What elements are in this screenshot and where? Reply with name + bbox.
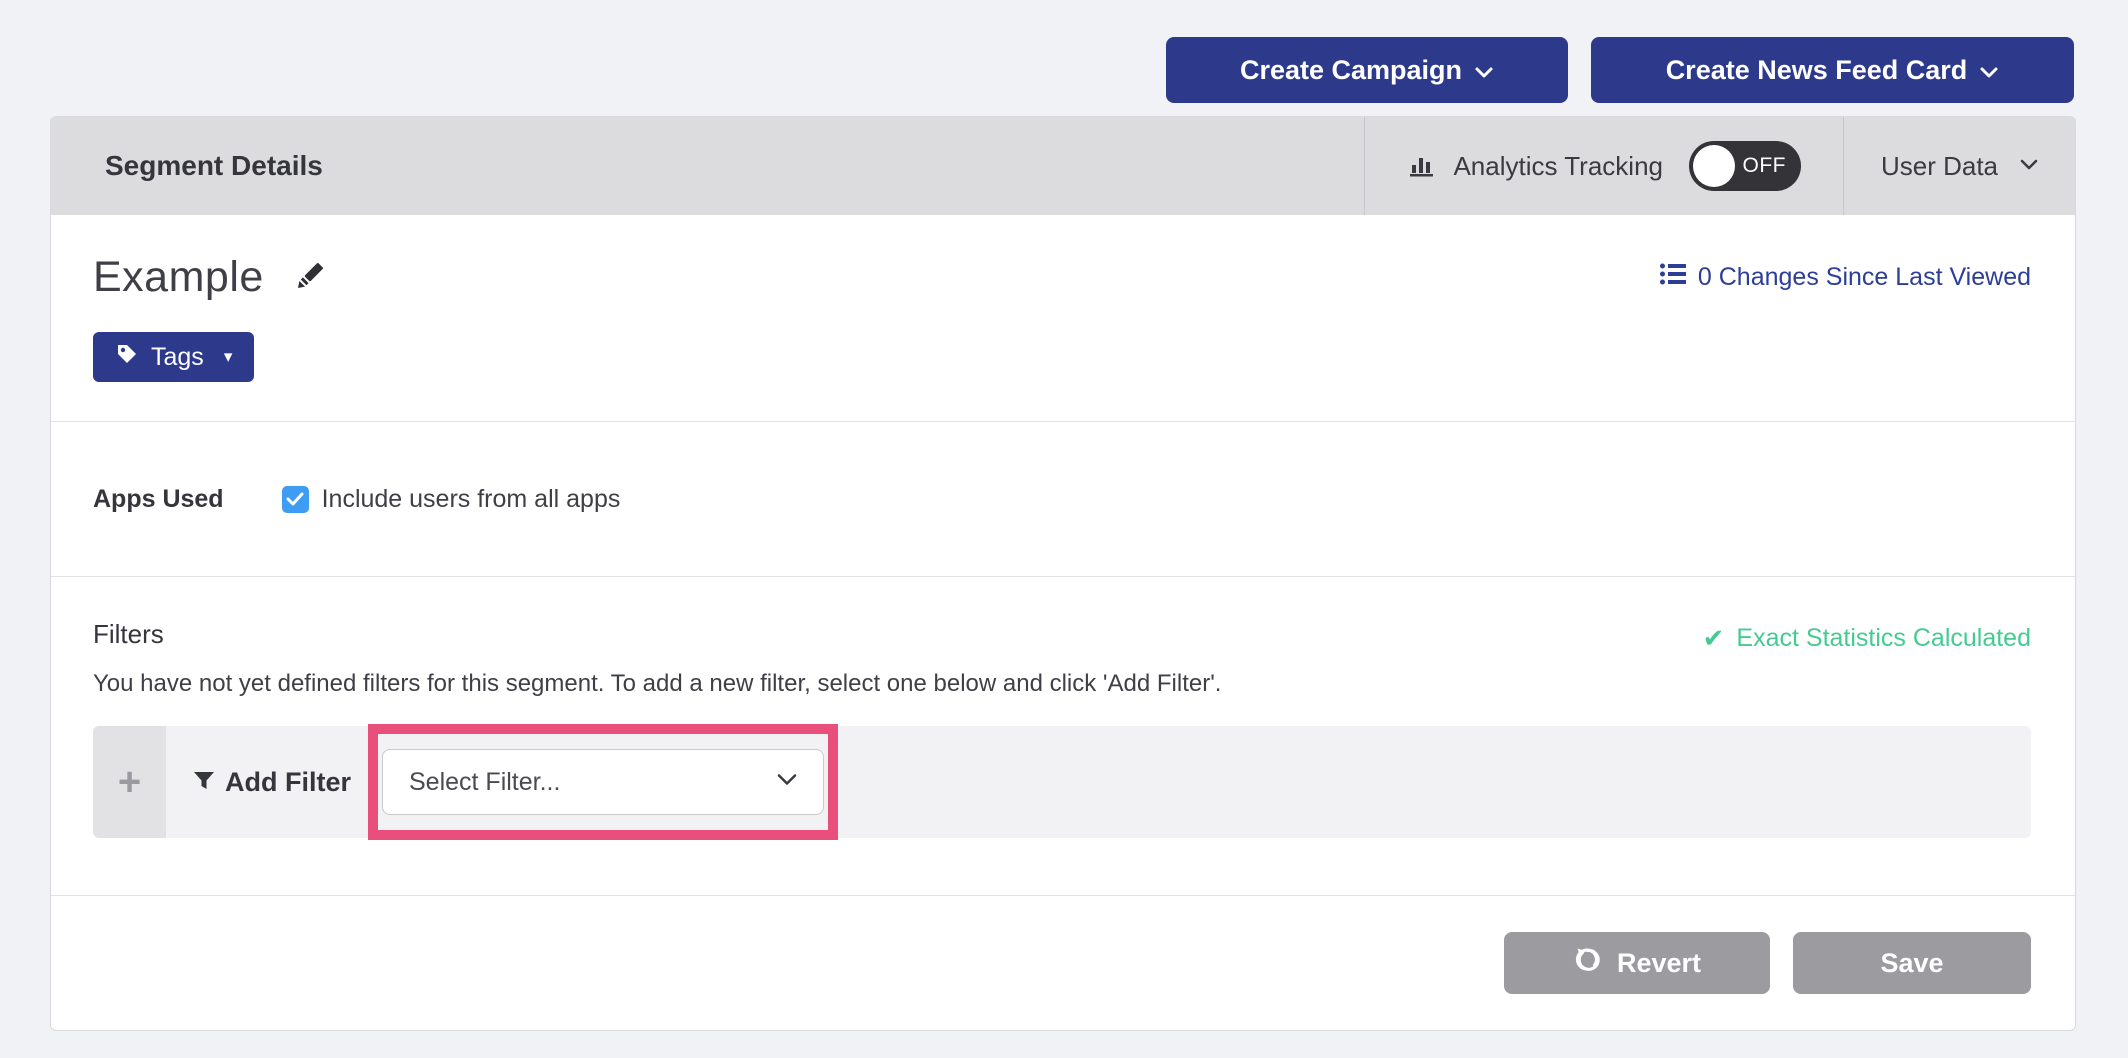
revert-label: Revert <box>1617 948 1701 979</box>
list-icon <box>1660 263 1686 292</box>
revert-icon <box>1573 946 1601 981</box>
toggle-knob <box>1693 145 1735 187</box>
include-all-apps-option[interactable]: Include users from all apps <box>282 485 621 514</box>
include-all-apps-label: Include users from all apps <box>322 485 621 514</box>
create-campaign-label: Create Campaign <box>1240 55 1462 86</box>
create-news-feed-card-button[interactable]: Create News Feed Card <box>1591 37 2074 103</box>
annotation-highlight-box: Select Filter... <box>368 724 838 840</box>
chevron-down-icon <box>2020 157 2038 175</box>
create-news-feed-card-label: Create News Feed Card <box>1666 55 1968 86</box>
changes-link-label: 0 Changes Since Last Viewed <box>1698 263 2031 292</box>
analytics-tracking-toggle[interactable]: OFF <box>1689 141 1801 191</box>
chevron-down-icon <box>777 773 797 791</box>
filters-section: Filters ✔ Exact Statistics Calculated Yo… <box>51 576 2075 895</box>
apps-used-section: Apps Used Include users from all apps <box>51 421 2075 576</box>
analytics-tracking-block: Analytics Tracking OFF <box>1364 117 1843 215</box>
tags-button[interactable]: Tags ▾ <box>93 332 254 382</box>
changes-since-last-viewed-link[interactable]: 0 Changes Since Last Viewed <box>1660 263 2031 292</box>
apps-used-label: Apps Used <box>93 485 224 514</box>
tag-icon <box>115 342 139 373</box>
card-header: Segment Details Analytics Tracking OFF U… <box>51 117 2075 215</box>
add-filter-button[interactable]: Add Filter <box>193 767 351 798</box>
analytics-tracking-label: Analytics Tracking <box>1453 151 1663 182</box>
segment-title-section: Example <box>51 215 2075 421</box>
revert-button[interactable]: Revert <box>1504 932 1770 994</box>
card-footer: Revert Save <box>51 895 2075 1030</box>
edit-name-button[interactable] <box>292 258 328 297</box>
toggle-state-label: OFF <box>1743 154 1787 178</box>
user-data-dropdown[interactable]: User Data <box>1843 117 2075 215</box>
segment-details-card: Segment Details Analytics Tracking OFF U… <box>50 116 2076 1031</box>
exact-statistics-label: Exact Statistics Calculated <box>1736 624 2031 653</box>
user-data-label: User Data <box>1881 151 1998 182</box>
select-filter-dropdown[interactable]: Select Filter... <box>382 749 824 815</box>
caret-down-icon: ▾ <box>224 347 233 367</box>
filter-funnel-icon <box>193 767 215 798</box>
pencil-icon <box>292 258 328 297</box>
chevron-down-icon <box>1979 55 1999 86</box>
create-campaign-button[interactable]: Create Campaign <box>1166 37 1568 103</box>
check-icon: ✔ <box>1703 623 1725 654</box>
bar-chart-icon <box>1407 149 1437 184</box>
add-filter-plus-button[interactable]: + <box>93 726 166 838</box>
include-all-apps-checkbox[interactable] <box>282 486 309 513</box>
select-filter-placeholder: Select Filter... <box>409 768 560 797</box>
filters-description: You have not yet defined filters for thi… <box>93 670 2031 698</box>
save-button[interactable]: Save <box>1793 932 2031 994</box>
segment-name: Example <box>93 253 264 302</box>
chevron-down-icon <box>1474 55 1494 86</box>
page-title: Segment Details <box>51 150 1364 182</box>
add-filter-label: Add Filter <box>225 767 351 798</box>
save-label: Save <box>1880 948 1943 979</box>
tags-button-label: Tags <box>151 343 204 372</box>
exact-statistics-status: ✔ Exact Statistics Calculated <box>1703 623 2031 654</box>
add-filter-row: + Add Filter Select Filter... <box>93 726 2031 838</box>
